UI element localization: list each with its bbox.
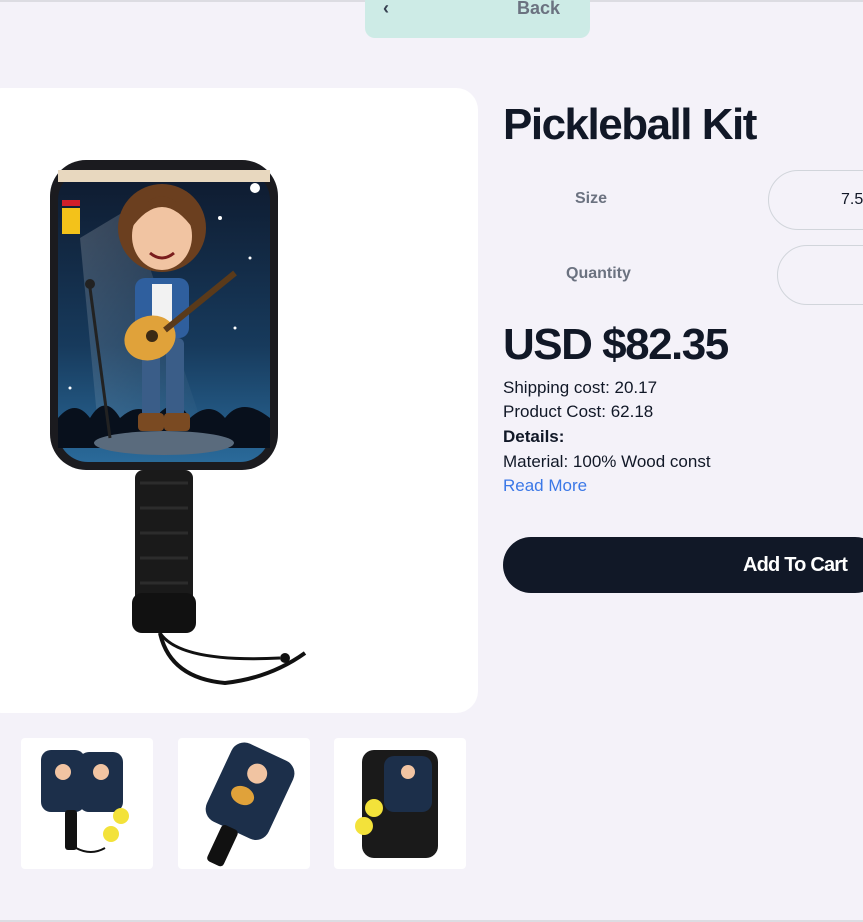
thumbnail-3[interactable] [334, 738, 466, 869]
add-to-cart-button[interactable]: Add To Cart [503, 537, 863, 593]
two-paddles-with-balls-thumbnail [41, 750, 129, 853]
product-page: ‹ Back Pickleball Kit Size 7.5 Quantity … [0, 0, 863, 922]
shipping-cost: Shipping cost: 20.17 [503, 378, 658, 397]
quantity-label: Quantity [566, 265, 631, 282]
paddle-case-kit-thumbnail [355, 750, 438, 858]
material-text: Material: 100% Wood const [503, 452, 711, 471]
read-more-link[interactable]: Read More [503, 476, 587, 495]
product-title: Pickleball Kit [503, 100, 757, 149]
chevron-left-icon: ‹ [383, 0, 389, 18]
size-value: 7.5 [841, 191, 863, 208]
product-cost: Product Cost: 62.18 [503, 402, 654, 421]
thumbnail-2[interactable] [178, 738, 310, 869]
size-label: Size [575, 190, 608, 207]
product-price: USD $82.35 [503, 320, 729, 369]
main-product-image-card [0, 88, 478, 713]
back-button-label: Back [516, 0, 560, 18]
paddle-guitar-girl-image [50, 160, 307, 686]
size-select[interactable]: 7.5 [768, 170, 863, 230]
thumbnail-1[interactable] [21, 738, 153, 869]
quantity-input[interactable] [777, 245, 863, 305]
add-to-cart-label: Add To Cart [743, 553, 848, 576]
angled-paddle-thumbnail [205, 742, 295, 867]
back-button[interactable]: ‹ Back [365, 0, 590, 38]
details-heading: Details: [503, 427, 565, 446]
